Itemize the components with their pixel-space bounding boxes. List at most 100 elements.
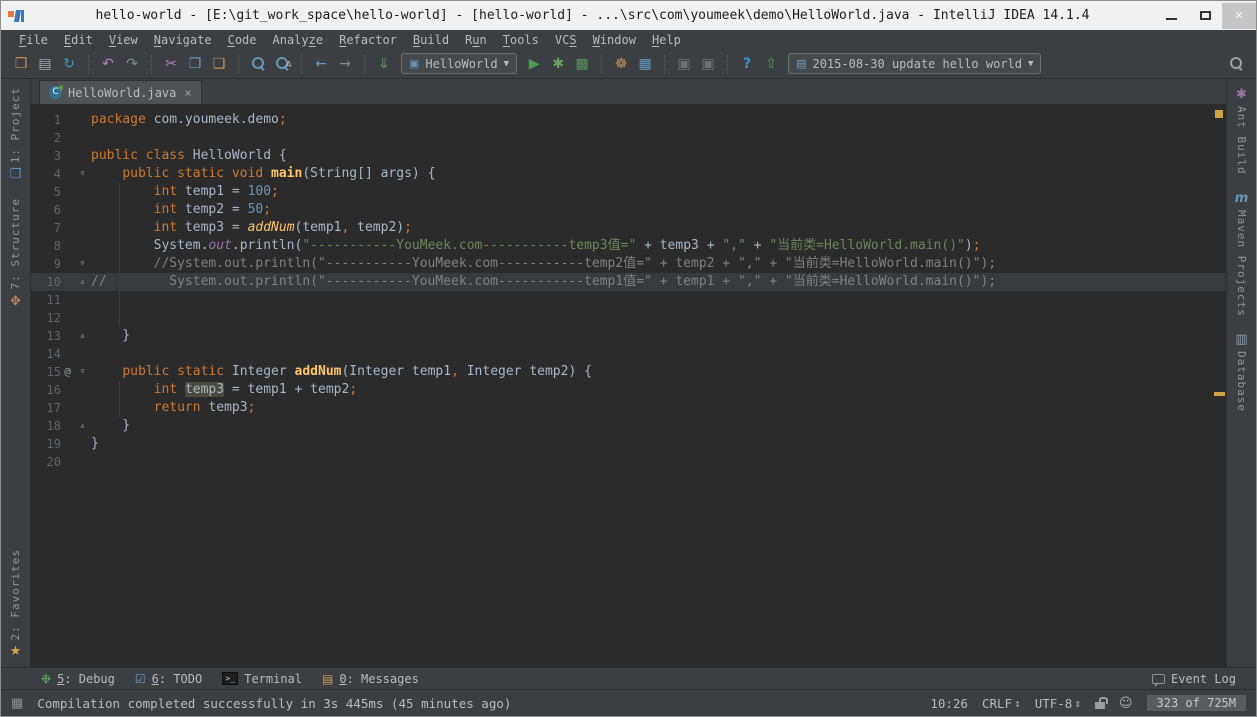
project-structure-icon[interactable]: ▦	[633, 53, 657, 75]
menu-item-help[interactable]: Help	[644, 33, 689, 47]
fold-down-icon[interactable]: ▿	[74, 165, 91, 183]
code-line-20[interactable]: 20	[31, 453, 1226, 471]
code-line-17[interactable]: 17 return temp3;	[31, 399, 1226, 417]
code-line-9[interactable]: 9▿ //System.out.println("-----------YouM…	[31, 255, 1226, 273]
coverage-icon[interactable]: ▩	[570, 53, 594, 75]
tool-window-button-0-messages[interactable]: ▤0: Messages	[312, 672, 429, 686]
menu-item-code[interactable]: Code	[220, 33, 265, 47]
synchronize-icon[interactable]: ↻	[57, 53, 81, 75]
error-stripe-bookmark-mark[interactable]	[1215, 110, 1223, 118]
fold-up-icon[interactable]: ▵	[74, 327, 91, 345]
code-line-11[interactable]: 11	[31, 291, 1226, 309]
line-number: 5	[31, 183, 61, 201]
tool-window-button-2-favorites[interactable]: 2: Favorites★	[9, 549, 22, 659]
code-line-15[interactable]: 15@▿ public static Integer addNum(Intege…	[31, 363, 1226, 381]
back-icon[interactable]: ←	[309, 53, 333, 75]
code-line-18[interactable]: 18▵ }	[31, 417, 1226, 435]
menu-item-edit[interactable]: Edit	[56, 33, 101, 47]
code-line-13[interactable]: 13▵ }	[31, 327, 1226, 345]
line-number: 9	[31, 255, 61, 273]
memory-indicator[interactable]: 323 of 725M	[1147, 695, 1246, 711]
close-button[interactable]: ✕	[1222, 3, 1256, 29]
menu-item-view[interactable]: View	[101, 33, 146, 47]
code-line-1[interactable]: 1package com.youmeek.demo;	[31, 111, 1226, 129]
code-text: int temp3 = addNum(temp1, temp2);	[91, 219, 412, 237]
unlock-icon[interactable]	[1095, 702, 1105, 709]
tool-window-button-maven-projects[interactable]: mMaven Projects	[1235, 191, 1249, 317]
settings-icon[interactable]: ☸	[609, 53, 633, 75]
redo-icon[interactable]: ↷	[120, 53, 144, 75]
debug-icon[interactable]: ✱	[546, 53, 570, 75]
event-log-button[interactable]: Event Log	[1142, 672, 1246, 686]
tool-window-button-terminal[interactable]: >_Terminal	[212, 672, 312, 686]
menu-item-build[interactable]: Build	[405, 33, 457, 47]
hector-inspections-icon[interactable]: ☺	[1119, 696, 1133, 711]
paste-icon[interactable]: ❑	[207, 53, 231, 75]
run-configuration-combo[interactable]: ▣HelloWorld▼	[401, 53, 517, 74]
code-line-4[interactable]: 4▿ public static void main(String[] args…	[31, 165, 1226, 183]
menu-item-run[interactable]: Run	[457, 33, 495, 47]
compile-icon[interactable]: ⇓	[372, 53, 396, 75]
code-line-7[interactable]: 7 int temp3 = addNum(temp1, temp2);	[31, 219, 1226, 237]
tool-window-button-1-project[interactable]: 1: Project❐	[9, 87, 22, 182]
menu-item-vcs[interactable]: VCS	[547, 33, 585, 47]
sdk-manager-icon[interactable]: ▣	[696, 53, 720, 75]
code-line-3[interactable]: 3public class HelloWorld {	[31, 147, 1226, 165]
find-icon[interactable]	[246, 53, 270, 75]
replace-icon[interactable]: A	[270, 53, 294, 75]
code-line-10[interactable]: 10▵// System.out.println("-----------You…	[31, 273, 1226, 291]
code-line-6[interactable]: 6 int temp2 = 50;	[31, 201, 1226, 219]
gutter-spacer	[61, 453, 74, 471]
tool-window-toggle-icon[interactable]: ▦	[11, 696, 23, 711]
run-icon[interactable]: ▶	[522, 53, 546, 75]
save-all-icon[interactable]: ▤	[33, 53, 57, 75]
fold-up-icon[interactable]: ▵	[74, 417, 91, 435]
tool-window-button-7-structure[interactable]: 7: Structure✥	[9, 198, 22, 308]
event-log-balloon-icon	[1152, 674, 1165, 684]
menu-item-window[interactable]: Window	[585, 33, 644, 47]
encoding-selector[interactable]: UTF-8↕	[1035, 696, 1081, 711]
avd-manager-icon[interactable]: ▣	[672, 53, 696, 75]
code-line-2[interactable]: 2	[31, 129, 1226, 147]
install-and-sync-icon[interactable]: ⇧	[759, 53, 783, 75]
vcs-changelist-combo[interactable]: ▤2015-08-30 update hello world▼	[788, 53, 1041, 74]
caret-position-indicator[interactable]: 10:26	[930, 696, 968, 711]
help-icon[interactable]: ?	[735, 53, 759, 75]
code-editor[interactable]: 1package com.youmeek.demo;23public class…	[31, 104, 1226, 667]
toolbar-separator	[88, 55, 89, 73]
copy-icon[interactable]: ❐	[183, 53, 207, 75]
tool-window-button-6-todo[interactable]: ☑6: TODO	[125, 672, 212, 686]
code-line-5[interactable]: 5 int temp1 = 100;	[31, 183, 1226, 201]
fold-down-icon[interactable]: ▿	[74, 363, 91, 381]
code-line-14[interactable]: 14	[31, 345, 1226, 363]
code-line-16[interactable]: 16 int temp3 = temp1 + temp2;	[31, 381, 1226, 399]
window-title: hello-world - [E:\git_work_space\hello-w…	[31, 8, 1154, 23]
line-number: 17	[31, 399, 61, 417]
tab-close-icon[interactable]: ×	[184, 86, 191, 100]
tab-helloworld-java[interactable]: C HelloWorld.java ×	[39, 80, 202, 104]
error-stripe-change-mark[interactable]	[1214, 392, 1225, 396]
chevron-down-icon: ▼	[504, 59, 509, 69]
menu-item-file[interactable]: File	[11, 33, 56, 47]
tool-window-button-5-debug[interactable]: ❉5: Debug	[31, 672, 125, 686]
open-folder-icon[interactable]: ❒	[9, 53, 33, 75]
undo-icon[interactable]: ↶	[96, 53, 120, 75]
fold-up-icon[interactable]: ▵	[74, 273, 91, 291]
tool-window-button-ant-build[interactable]: ✱Ant Build	[1235, 87, 1248, 175]
code-line-8[interactable]: 8 System.out.println("-----------YouMeek…	[31, 237, 1226, 255]
line-ending-selector[interactable]: CRLF↕	[982, 696, 1021, 711]
code-line-19[interactable]: 19}	[31, 435, 1226, 453]
menu-item-navigate[interactable]: Navigate	[146, 33, 220, 47]
fold-down-icon[interactable]: ▿	[74, 255, 91, 273]
cut-icon[interactable]: ✂	[159, 53, 183, 75]
gutter-spacer	[61, 129, 74, 147]
code-line-12[interactable]: 12	[31, 309, 1226, 327]
search-everywhere-icon[interactable]	[1224, 53, 1248, 75]
menu-item-analyze[interactable]: Analyze	[265, 33, 332, 47]
minimize-button[interactable]	[1154, 5, 1188, 27]
menu-item-tools[interactable]: Tools	[495, 33, 547, 47]
forward-icon[interactable]: →	[333, 53, 357, 75]
menu-item-refactor[interactable]: Refactor	[331, 33, 405, 47]
maximize-button[interactable]	[1188, 5, 1222, 27]
tool-window-button-database[interactable]: ▥Database	[1235, 332, 1248, 412]
